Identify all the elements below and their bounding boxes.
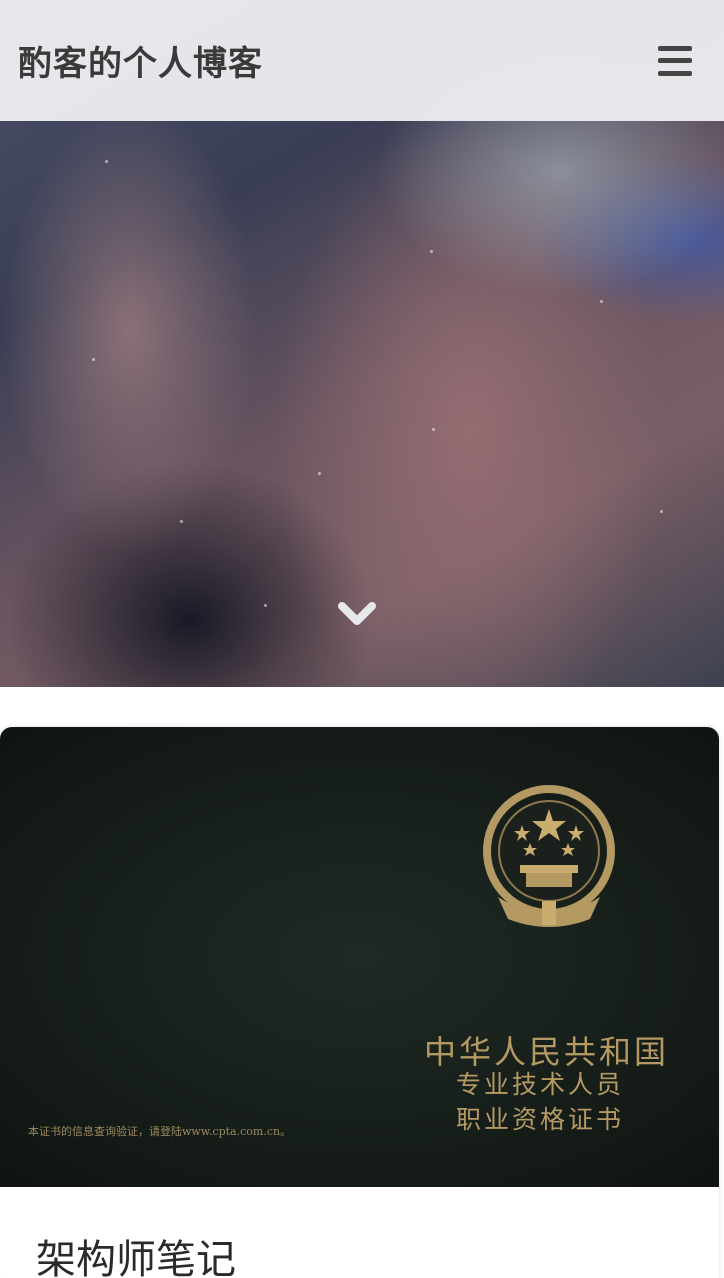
cert-line1-text: 专业技术人员 xyxy=(456,1070,625,1099)
chevron-down-icon xyxy=(338,602,376,625)
cert-line2-text: 职业资格证书 xyxy=(456,1105,625,1134)
post-card[interactable]: 中华人民共和国 专业技术人员 职业资格证书 本证书的信息查询验证，请登陆www.… xyxy=(0,727,719,1278)
hamburger-menu-button[interactable] xyxy=(658,45,692,76)
national-emblem-icon xyxy=(483,785,615,927)
site-title[interactable]: 酌客的个人博客 xyxy=(18,36,263,85)
cert-note-text: 本证书的信息查询验证，请登陆www.cpta.com.cn。 xyxy=(28,1125,292,1138)
hamburger-menu-icon xyxy=(658,45,692,51)
scroll-down-button[interactable] xyxy=(336,596,378,634)
top-navbar: 酌客的个人博客 xyxy=(0,0,724,121)
post-cover-image[interactable]: 中华人民共和国 专业技术人员 职业资格证书 本证书的信息查询验证，请登陆www.… xyxy=(0,727,719,1187)
post-title[interactable]: 架构师笔记 xyxy=(36,1227,236,1278)
